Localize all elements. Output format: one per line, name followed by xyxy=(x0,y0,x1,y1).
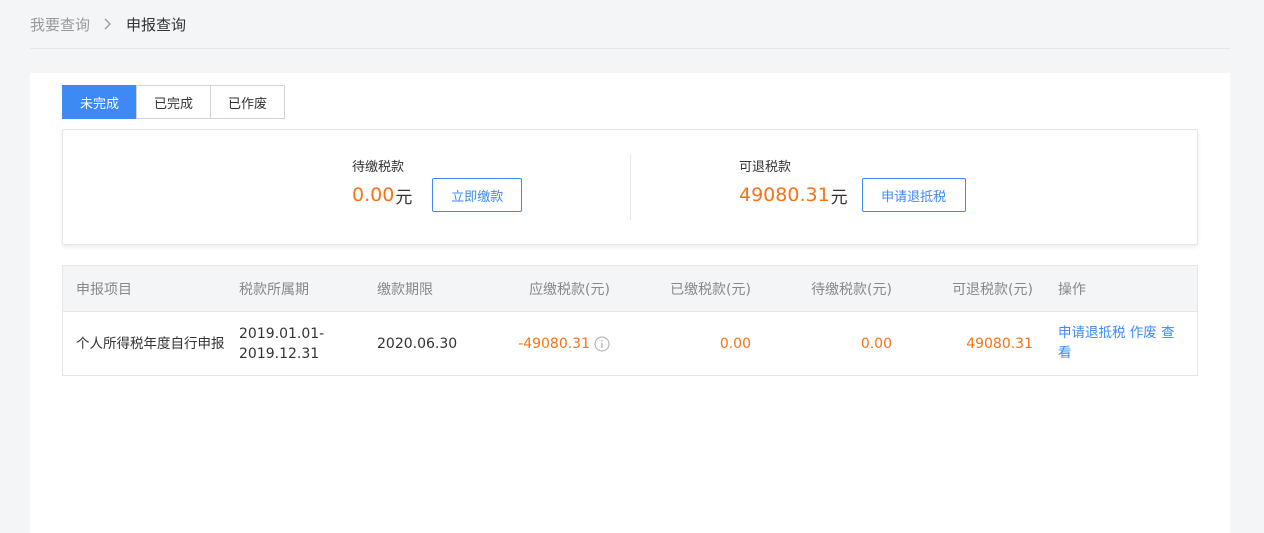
pay-now-button[interactable]: 立即缴款 xyxy=(432,178,523,212)
period-start: 2019.01.01- xyxy=(239,326,325,342)
breadcrumb-parent-link[interactable]: 我要查询 xyxy=(30,14,90,35)
void-link[interactable]: 作废 xyxy=(1130,325,1157,341)
column-header: 已缴税款(元) xyxy=(670,281,751,298)
payable-amount: -49080.31 xyxy=(518,336,590,352)
refundable-tax-unit: 元 xyxy=(830,187,848,208)
cell-actions: 申请退抵税 作废 查看 xyxy=(1058,312,1186,376)
apply-refund-button[interactable]: 申请退抵税 xyxy=(861,178,966,212)
column-header: 应缴税款(元) xyxy=(529,281,610,298)
tab-voided[interactable]: 已作废 xyxy=(210,85,285,119)
cell-period: 2019.01.01- 2019.12.31 xyxy=(239,312,359,376)
column-header: 申报项目 xyxy=(76,281,132,298)
declaration-table: 申报项目 税款所属期 缴款期限 应缴税款(元) 已缴税款(元) 待缴税款(元) … xyxy=(62,265,1198,376)
chevron-right-icon xyxy=(104,18,112,30)
status-tabs: 未完成 已完成 已作废 xyxy=(62,85,285,119)
cell-item: 个人所得税年度自行申报 xyxy=(76,336,225,352)
column-header: 可退税款(元) xyxy=(952,281,1033,298)
info-icon[interactable] xyxy=(594,336,610,352)
refundable-tax-label: 可退税款 xyxy=(739,160,792,175)
table-row: 个人所得税年度自行申报 2019.01.01- 2019.12.31 2020.… xyxy=(63,312,1197,376)
apply-refund-link[interactable]: 申请退抵税 xyxy=(1058,325,1126,341)
pending-tax-block: 待缴税款 0.00 元 立即缴款 xyxy=(352,156,523,212)
pending-tax-unit: 元 xyxy=(395,187,413,208)
tab-incomplete[interactable]: 未完成 xyxy=(62,85,137,119)
column-header: 待缴税款(元) xyxy=(811,281,892,298)
cell-pending: 0.00 xyxy=(860,336,892,352)
pending-tax-label: 待缴税款 xyxy=(352,160,405,175)
refundable-tax-block: 可退税款 49080.31 元 申请退抵税 xyxy=(739,156,966,212)
refundable-tax-amount: 49080.31 xyxy=(739,184,830,206)
tax-summary-card: 待缴税款 0.00 元 立即缴款 可退税款 49080.31 元 申请退抵税 xyxy=(62,129,1198,245)
cell-paid: 0.00 xyxy=(719,336,751,352)
period-end: 2019.12.31 xyxy=(239,346,320,362)
column-header: 缴款期限 xyxy=(377,281,433,298)
pending-tax-amount: 0.00 xyxy=(352,184,395,206)
cell-deadline: 2020.06.30 xyxy=(377,336,458,352)
column-header: 操作 xyxy=(1058,281,1086,298)
summary-divider xyxy=(630,154,631,220)
breadcrumb-current: 申报查询 xyxy=(126,15,187,34)
tab-completed[interactable]: 已完成 xyxy=(136,85,211,119)
main-panel: 未完成 已完成 已作废 待缴税款 0.00 元 立即缴款 可退税款 49080.… xyxy=(30,73,1230,533)
cell-payable: -49080.31 xyxy=(483,312,610,376)
table-header: 申报项目 税款所属期 缴款期限 应缴税款(元) 已缴税款(元) 待缴税款(元) … xyxy=(63,266,1197,312)
breadcrumb: 我要查询 申报查询 xyxy=(30,0,1230,49)
cell-refundable: 49080.31 xyxy=(966,336,1033,352)
column-header: 税款所属期 xyxy=(239,281,309,298)
